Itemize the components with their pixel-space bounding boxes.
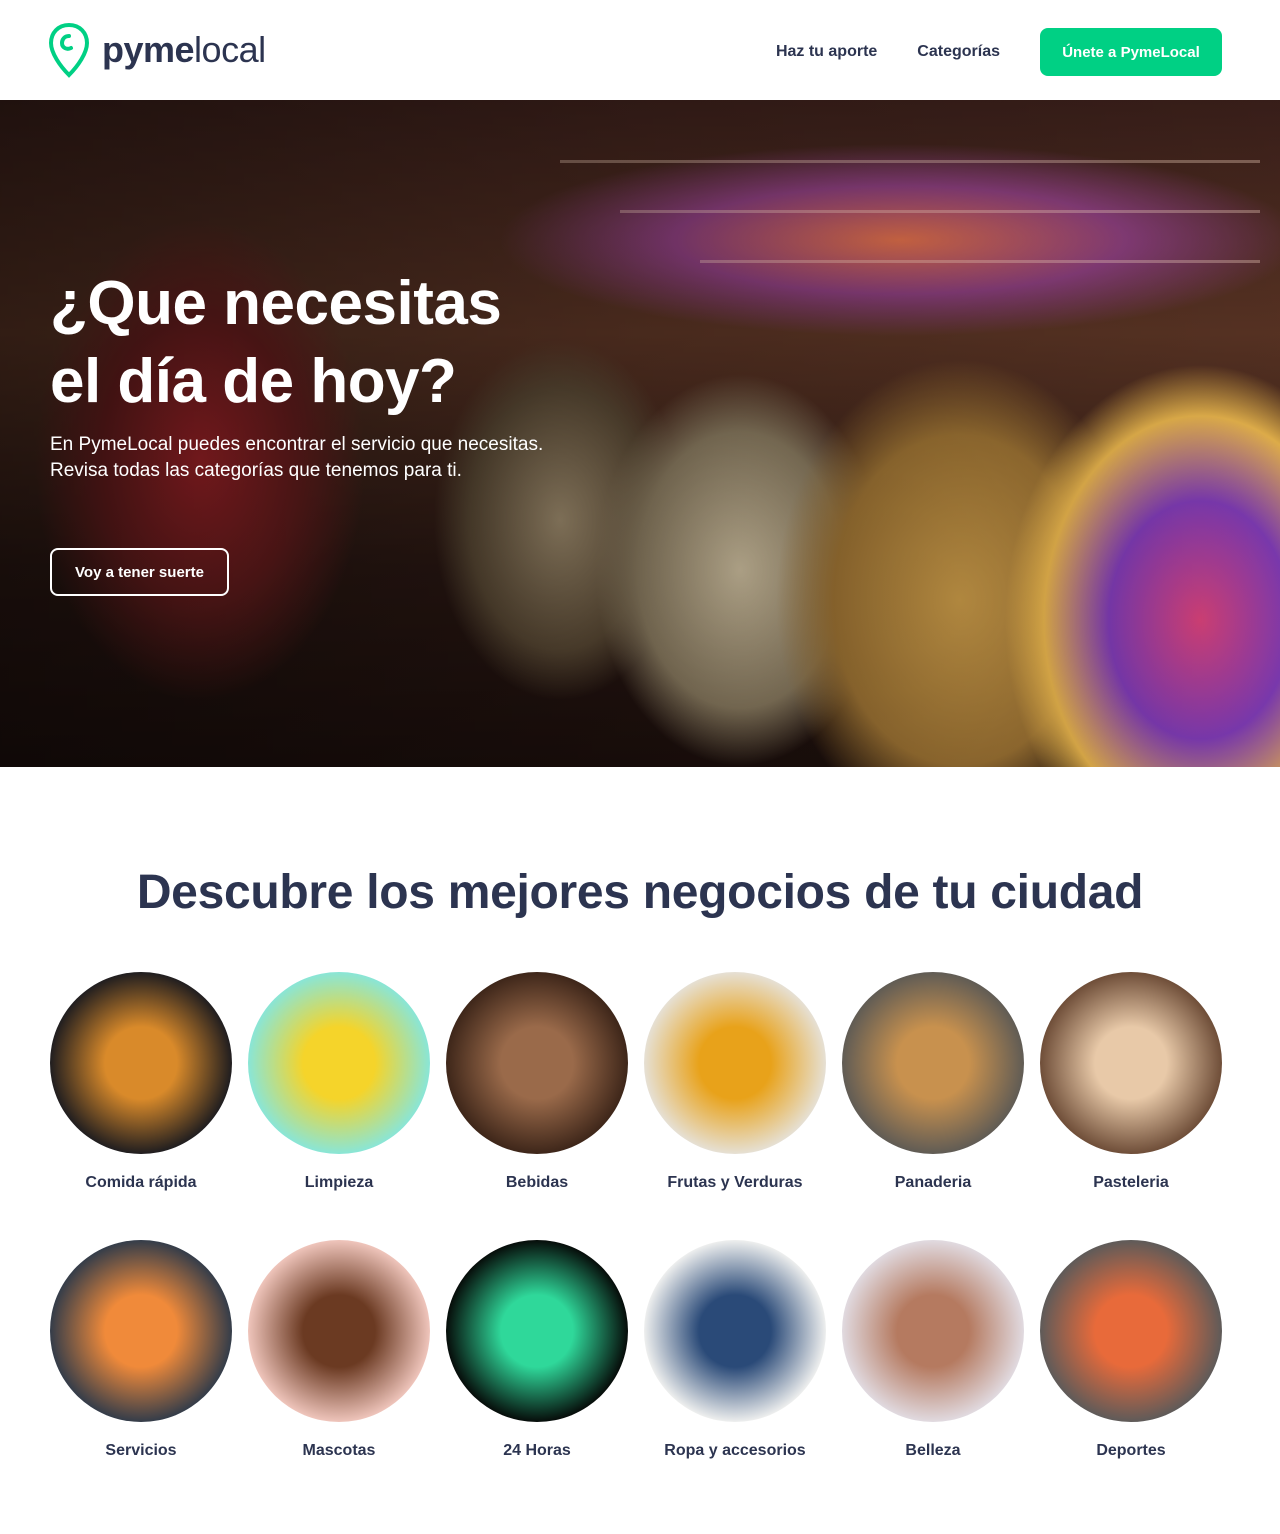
spray-bottle-photo: [248, 972, 430, 1154]
category-item[interactable]: Pasteleria: [1040, 972, 1222, 1191]
logo-text: pymelocal: [102, 29, 266, 70]
join-button[interactable]: Únete a PymeLocal: [1040, 28, 1222, 76]
category-item[interactable]: Belleza: [842, 1240, 1024, 1459]
category-item[interactable]: Limpieza: [248, 972, 430, 1191]
clothing-photo: [644, 1240, 826, 1422]
category-item[interactable]: 24 Horas: [446, 1240, 628, 1459]
cake-photo: [1040, 972, 1222, 1154]
hero-subtitle-line2: Revisa todas las categorías que tenemos …: [50, 460, 462, 481]
category-item[interactable]: Servicios: [50, 1240, 232, 1459]
logo[interactable]: pymelocal: [48, 22, 266, 78]
category-item[interactable]: Comida rápida: [50, 972, 232, 1191]
neon-sign-photo: [446, 1240, 628, 1422]
category-label: Pasteleria: [1093, 1174, 1169, 1191]
nav-categorias[interactable]: Categorías: [917, 28, 1000, 76]
section-title: Descubre los mejores negocios de tu ciud…: [136, 866, 1144, 919]
nav-haz-tu-aporte[interactable]: Haz tu aporte: [776, 28, 877, 76]
makeup-brushes-photo: [842, 1240, 1024, 1422]
map-pin-icon: [48, 22, 90, 78]
hero-subtitle-line1: En PymeLocal puedes encontrar el servici…: [50, 434, 544, 455]
running-shoes-photo: [1040, 1240, 1222, 1422]
welder-photo: [50, 1240, 232, 1422]
vegetables-photo: [644, 972, 826, 1154]
lucky-button[interactable]: Voy a tener suerte: [50, 548, 229, 596]
category-item[interactable]: Frutas y Verduras: [644, 972, 826, 1191]
category-item[interactable]: Mascotas: [248, 1240, 430, 1459]
hero-banner: ¿Que necesitas el día de hoy? En PymeLoc…: [0, 100, 1280, 767]
category-item[interactable]: Ropa y accesorios: [644, 1240, 826, 1459]
category-item[interactable]: Deportes: [1040, 1240, 1222, 1459]
hero-title-line2: el día de hoy?: [50, 347, 457, 416]
hero-title-line1: ¿Que necesitas: [50, 269, 502, 338]
coffee-pour-photo: [446, 972, 628, 1154]
main-nav: Haz tu aporte Categorías Únete a PymeLoc…: [776, 28, 1222, 76]
hero-title: ¿Que necesitas el día de hoy?: [50, 265, 750, 421]
bread-photo: [842, 972, 1024, 1154]
hero-subtitle: En PymeLocal puedes encontrar el servici…: [50, 432, 750, 484]
dog-photo: [248, 1240, 430, 1422]
fries-photo: [50, 972, 232, 1154]
category-label: Deportes: [1096, 1442, 1166, 1459]
site-header: pymelocal Haz tu aporte Categorías Únete…: [0, 0, 1280, 100]
category-item[interactable]: Panaderia: [842, 972, 1024, 1191]
category-item[interactable]: Bebidas: [446, 972, 628, 1191]
